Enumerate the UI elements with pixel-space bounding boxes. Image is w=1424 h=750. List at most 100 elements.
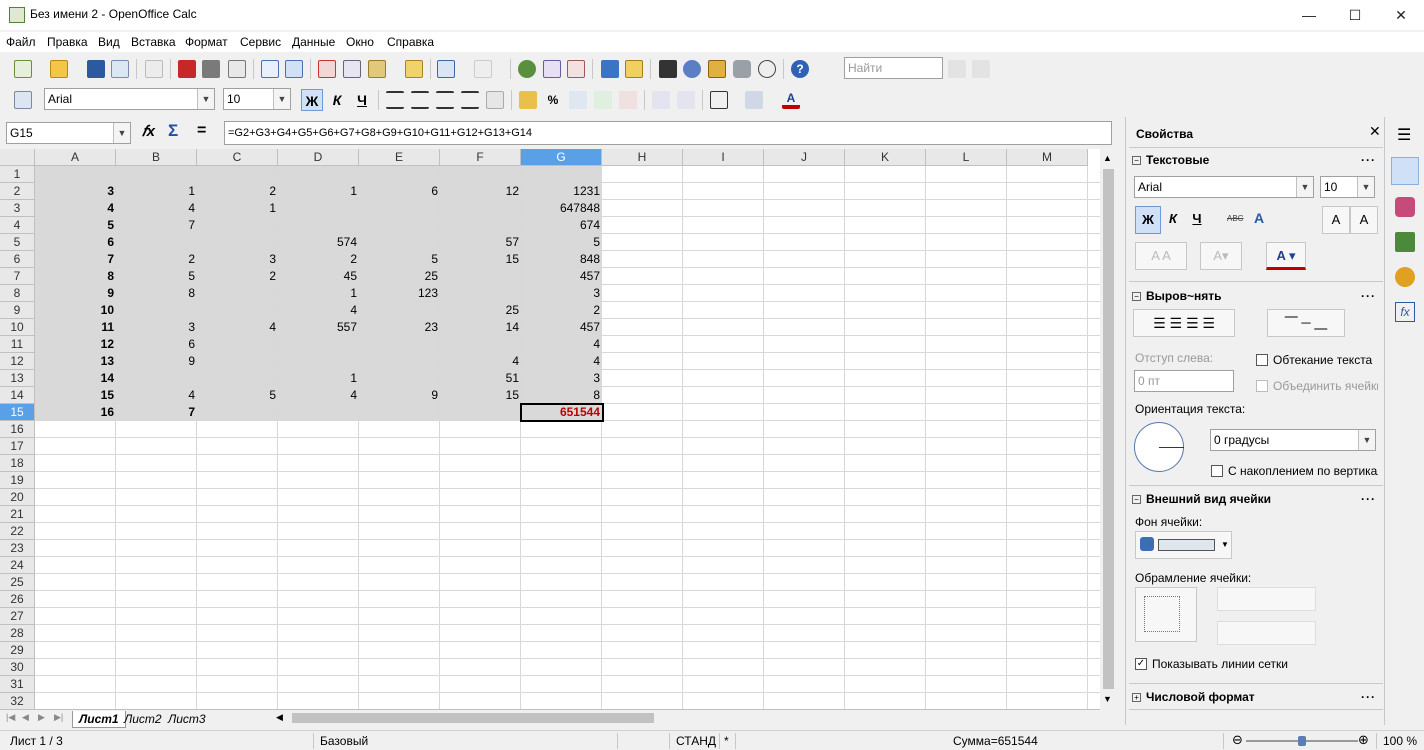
cell-e14[interactable]: 9 — [359, 387, 440, 404]
gallery-icon[interactable] — [708, 60, 726, 78]
borders-icon[interactable] — [710, 91, 728, 109]
column-header-d[interactable]: D — [278, 149, 359, 166]
cell-d2[interactable]: 1 — [278, 183, 359, 200]
menu-edit[interactable]: Правка — [47, 35, 88, 49]
vertical-align-group[interactable]: ⎺ ─ ⎽ — [1267, 309, 1345, 337]
indent-spinbox[interactable]: 0 пт — [1134, 370, 1234, 392]
font-color-icon[interactable]: A — [782, 91, 800, 109]
row-header-8[interactable]: 8 — [0, 285, 35, 302]
edit-file-icon[interactable] — [145, 60, 163, 78]
row-header-12[interactable]: 12 — [0, 353, 35, 370]
row-header-27[interactable]: 27 — [0, 608, 35, 625]
cell-appearance-section-header[interactable]: − Внешний вид ячейки ··· — [1132, 492, 1382, 512]
cell-f12[interactable]: 4 — [440, 353, 521, 370]
strikethrough-icon[interactable]: ABC — [1227, 214, 1251, 224]
row-header-17[interactable]: 17 — [0, 438, 35, 455]
sheet-tab-2[interactable]: Лист2 — [118, 711, 168, 728]
help-icon[interactable]: ? — [791, 60, 809, 78]
function-equals-icon[interactable]: = — [197, 122, 206, 140]
cell-b7[interactable]: 5 — [116, 268, 197, 285]
cell-b10[interactable]: 3 — [116, 319, 197, 336]
row-header-6[interactable]: 6 — [0, 251, 35, 268]
row-header-2[interactable]: 2 — [0, 183, 35, 200]
cell-a3[interactable]: 4 — [35, 200, 116, 217]
chevron-down-icon[interactable]: ▼ — [1358, 430, 1375, 450]
cell-d13[interactable]: 1 — [278, 370, 359, 387]
row-header-25[interactable]: 25 — [0, 574, 35, 591]
expand-icon[interactable]: + — [1132, 693, 1141, 702]
cell-e7[interactable]: 25 — [359, 268, 440, 285]
row-header-32[interactable]: 32 — [0, 693, 35, 709]
more-options-icon[interactable]: ··· — [1361, 492, 1376, 506]
orientation-combo[interactable]: 0 градусы ▼ — [1210, 429, 1376, 451]
menu-format[interactable]: Формат — [185, 35, 228, 49]
cell-c10[interactable]: 4 — [197, 319, 278, 336]
wrap-text-checkbox[interactable] — [1256, 354, 1268, 366]
find-replace-icon[interactable] — [659, 60, 677, 78]
cell-g3[interactable]: 647848 — [521, 200, 602, 217]
currency-format-icon[interactable] — [519, 91, 537, 109]
row-header-13[interactable]: 13 — [0, 370, 35, 387]
cell-g12[interactable]: 4 — [521, 353, 602, 370]
cell-f2[interactable]: 12 — [440, 183, 521, 200]
column-header-i[interactable]: I — [683, 149, 764, 166]
open-folder-icon[interactable] — [50, 60, 68, 78]
column-header-l[interactable]: L — [926, 149, 1007, 166]
function-wizard-icon[interactable]: 𝑓x — [142, 123, 155, 140]
menu-tools[interactable]: Сервис — [240, 35, 281, 49]
delete-decimal-icon[interactable] — [619, 91, 637, 109]
row-header-24[interactable]: 24 — [0, 557, 35, 574]
cell-d6[interactable]: 2 — [278, 251, 359, 268]
cell-f5[interactable]: 57 — [440, 234, 521, 251]
column-header-m[interactable]: M — [1007, 149, 1088, 166]
cell-a5[interactable]: 6 — [35, 234, 116, 251]
sidebar-close-icon[interactable]: ✕ — [1369, 123, 1381, 140]
maximize-button[interactable]: ☐ — [1332, 0, 1378, 30]
standard-format-icon[interactable] — [569, 91, 587, 109]
vertical-scrollbar-thumb[interactable] — [1103, 169, 1114, 689]
cell-e2[interactable]: 6 — [359, 183, 440, 200]
cell-f9[interactable]: 25 — [440, 302, 521, 319]
data-sources-icon[interactable] — [733, 60, 751, 78]
row-header-7[interactable]: 7 — [0, 268, 35, 285]
sort-ascending-icon[interactable] — [543, 60, 561, 78]
scroll-left-icon[interactable]: ◀ — [276, 712, 283, 723]
font-name-combo[interactable]: Arial ▼ — [44, 88, 215, 110]
row-header-10[interactable]: 10 — [0, 319, 35, 336]
cell-d5[interactable]: 574 — [278, 234, 359, 251]
zoom-slider-knob[interactable] — [1298, 736, 1306, 746]
menu-file[interactable]: Файл — [6, 35, 36, 49]
zoom-icon[interactable] — [758, 60, 776, 78]
horizontal-scrollbar-thumb[interactable] — [292, 713, 654, 723]
horizontal-scrollbar[interactable] — [286, 711, 1094, 725]
sort-descending-icon[interactable] — [567, 60, 585, 78]
cell-d8[interactable]: 1 — [278, 285, 359, 302]
chart-icon[interactable] — [601, 60, 619, 78]
cell-g5[interactable]: 5 — [521, 234, 602, 251]
column-header-g[interactable]: G — [521, 149, 602, 166]
properties-tab-icon[interactable] — [1391, 157, 1419, 185]
vertical-scrollbar[interactable]: ▲ ▼ — [1100, 149, 1117, 709]
cell-b12[interactable]: 9 — [116, 353, 197, 370]
cell-d14[interactable]: 4 — [278, 387, 359, 404]
print-preview-icon[interactable] — [228, 60, 246, 78]
row-header-31[interactable]: 31 — [0, 676, 35, 693]
cell-g14[interactable]: 8 — [521, 387, 602, 404]
next-sheet-icon[interactable]: ▶ — [38, 712, 45, 723]
styles-tab-icon[interactable] — [1395, 197, 1415, 217]
row-header-18[interactable]: 18 — [0, 455, 35, 472]
cut-icon[interactable] — [318, 60, 336, 78]
cell-background-button[interactable]: ▼ — [1135, 531, 1232, 559]
spreadsheet-grid[interactable]: A B C D E F G H I J K L M 1 2 3 4 5 6 7 8 9 10 11 12 13 14 15 16 17 18… — [0, 149, 1100, 709]
cell-e8[interactable]: 123 — [359, 285, 440, 302]
increase-indent-icon[interactable] — [677, 91, 695, 109]
cell-a9[interactable]: 10 — [35, 302, 116, 319]
cell-d7[interactable]: 45 — [278, 268, 359, 285]
cell-b6[interactable]: 2 — [116, 251, 197, 268]
cell-c7[interactable]: 2 — [197, 268, 278, 285]
cell-a4[interactable]: 5 — [35, 217, 116, 234]
menu-help[interactable]: Справка — [387, 35, 434, 49]
scroll-down-icon[interactable]: ▼ — [1103, 694, 1112, 704]
row-header-4[interactable]: 4 — [0, 217, 35, 234]
bold-button[interactable]: Ж — [301, 89, 323, 111]
